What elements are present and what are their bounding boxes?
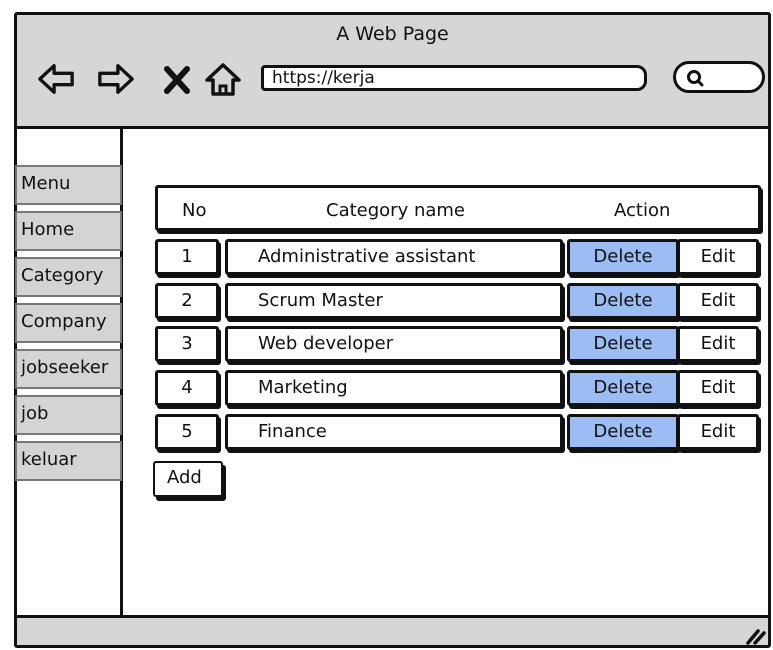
category-name: Web developer (225, 326, 563, 362)
sidebar-item-company[interactable]: Company (15, 303, 122, 343)
column-header-action: Action (614, 200, 671, 221)
title-bar: A Web Page https://kerja (17, 15, 768, 129)
sidebar-item-keluar[interactable]: keluar (15, 441, 122, 481)
category-name: Marketing (225, 370, 563, 406)
edit-button[interactable]: Edit (677, 239, 759, 275)
sidebar-item-job[interactable]: job (15, 395, 122, 435)
status-bar (17, 615, 768, 645)
edit-button[interactable]: Edit (677, 370, 759, 406)
url-input[interactable]: https://kerja (261, 65, 647, 91)
category-name: Administrative assistant (225, 239, 563, 275)
row-number: 3 (155, 326, 219, 362)
sidebar: Menu Home Category Company jobseeker job… (15, 129, 123, 618)
category-name: Finance (225, 414, 563, 450)
sidebar-item-category[interactable]: Category (15, 257, 122, 297)
search-icon (687, 70, 704, 87)
sidebar-item-home[interactable]: Home (15, 211, 122, 251)
close-icon[interactable] (163, 61, 191, 97)
category-name: Scrum Master (225, 283, 563, 319)
edit-button[interactable]: Edit (677, 326, 759, 362)
home-icon[interactable] (203, 61, 243, 97)
edit-button[interactable]: Edit (677, 414, 759, 450)
resize-grip-icon[interactable] (744, 623, 766, 645)
window-title: A Web Page (336, 23, 449, 45)
row-number: 5 (155, 414, 219, 450)
delete-button[interactable]: Delete (567, 283, 679, 319)
main-content: No Category name Action 1 Administrative… (123, 129, 768, 618)
sidebar-item-jobseeker[interactable]: jobseeker (15, 349, 122, 389)
column-header-no: No (182, 200, 207, 221)
column-header-category-name: Category name (326, 200, 465, 221)
row-number: 4 (155, 370, 219, 406)
arrow-left-icon[interactable] (37, 61, 75, 97)
arrow-right-icon[interactable] (97, 61, 135, 97)
delete-button[interactable]: Delete (567, 414, 679, 450)
delete-button[interactable]: Delete (567, 239, 679, 275)
add-button[interactable]: Add (153, 461, 223, 497)
search-field[interactable] (673, 61, 765, 93)
browser-window: A Web Page https://kerja Menu Home Categ… (14, 12, 771, 648)
delete-button[interactable]: Delete (567, 370, 679, 406)
row-number: 2 (155, 283, 219, 319)
row-number: 1 (155, 239, 219, 275)
table-header: No Category name Action (155, 185, 761, 231)
sidebar-item-menu[interactable]: Menu (15, 165, 122, 205)
edit-button[interactable]: Edit (677, 283, 759, 319)
delete-button[interactable]: Delete (567, 326, 679, 362)
